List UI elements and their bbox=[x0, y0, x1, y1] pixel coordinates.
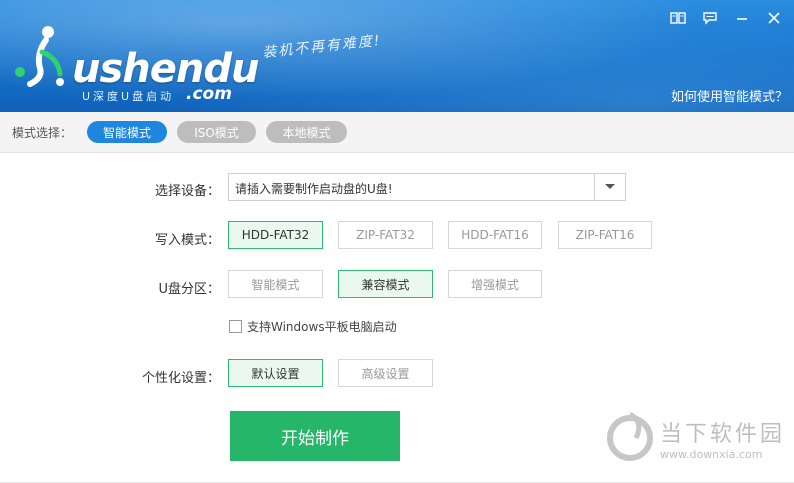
mode-bar: 模式选择： 智能模式 ISO模式 本地模式 bbox=[0, 112, 794, 153]
write-mode-zip-fat32[interactable]: ZIP-FAT32 bbox=[338, 221, 433, 249]
mode-tab-smart[interactable]: 智能模式 bbox=[87, 121, 167, 143]
write-mode-zip-fat16[interactable]: ZIP-FAT16 bbox=[558, 221, 652, 249]
window-controls bbox=[668, 8, 784, 28]
mode-tab-iso[interactable]: ISO模式 bbox=[177, 121, 256, 143]
logo: ushendu U深度U盘启动 .com bbox=[10, 22, 259, 104]
write-mode-label: 写入模式： bbox=[154, 233, 220, 248]
chevron-down-icon[interactable] bbox=[594, 174, 625, 200]
logo-domain: .com bbox=[186, 84, 232, 104]
watermark: 当下软件园 www.downxia.com bbox=[606, 408, 786, 466]
tablet-checkbox-row[interactable]: 支持Windows平板电脑启动 bbox=[229, 318, 397, 335]
tablet-checkbox-label: 支持Windows平板电脑启动 bbox=[247, 320, 397, 334]
watermark-text: 当下软件园 bbox=[660, 422, 786, 447]
device-label: 选择设备： bbox=[154, 184, 220, 199]
help-link[interactable]: 如何使用智能模式？ bbox=[671, 86, 788, 105]
partition-enhanced[interactable]: 增强模式 bbox=[448, 270, 542, 298]
partition-label: U盘分区： bbox=[158, 282, 220, 297]
watermark-logo-icon bbox=[607, 411, 653, 461]
feedback-icon[interactable] bbox=[700, 8, 720, 28]
write-mode-hdd-fat16[interactable]: HDD-FAT16 bbox=[448, 221, 542, 249]
tablet-checkbox[interactable] bbox=[229, 320, 242, 333]
logo-figure-icon bbox=[15, 26, 64, 87]
watermark-url: www.downxia.com bbox=[660, 448, 763, 461]
device-select[interactable]: 请插入需要制作启动盘的U盘! bbox=[228, 173, 626, 201]
partition-smart[interactable]: 智能模式 bbox=[228, 270, 323, 298]
device-select-value: 请插入需要制作启动盘的U盘! bbox=[235, 182, 393, 196]
mode-tab-local[interactable]: 本地模式 bbox=[266, 121, 347, 143]
minimize-icon[interactable] bbox=[732, 8, 752, 28]
close-icon[interactable] bbox=[764, 8, 784, 28]
app-header: ushendu U深度U盘启动 .com 装机不再有难度! 如何使用智能模式？ bbox=[0, 0, 794, 112]
personalize-advanced[interactable]: 高级设置 bbox=[338, 359, 433, 387]
partition-compatible[interactable]: 兼容模式 bbox=[338, 270, 433, 298]
mode-label: 模式选择： bbox=[12, 126, 73, 140]
personalize-label: 个性化设置： bbox=[141, 371, 220, 386]
personalize-default[interactable]: 默认设置 bbox=[228, 359, 323, 387]
book-icon[interactable] bbox=[668, 8, 688, 28]
write-mode-hdd-fat32[interactable]: HDD-FAT32 bbox=[228, 221, 323, 249]
start-button[interactable]: 开始制作 bbox=[230, 411, 400, 461]
logo-subtitle: U深度U盘启动 bbox=[82, 90, 175, 103]
